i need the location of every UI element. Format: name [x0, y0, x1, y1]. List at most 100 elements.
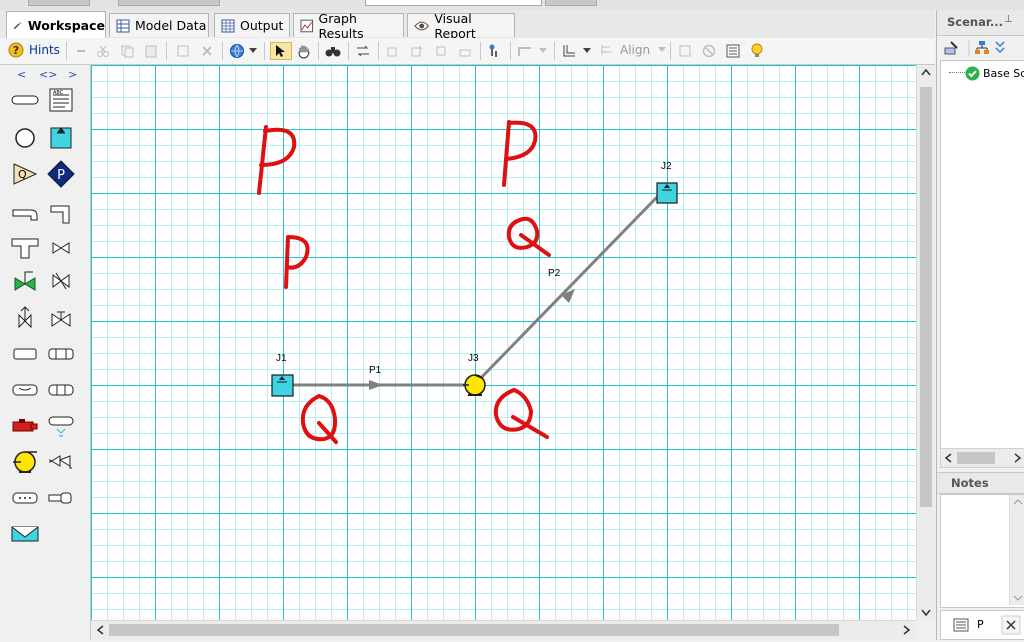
- chevron-right-icon[interactable]: [1014, 453, 1022, 463]
- paste-icon[interactable]: [142, 42, 160, 60]
- globe-icon[interactable]: [228, 42, 246, 60]
- hints-button[interactable]: ? Hints: [8, 42, 60, 58]
- pipe-route-icon[interactable]: [516, 42, 534, 60]
- align-button[interactable]: Align: [600, 43, 667, 57]
- notes-textarea[interactable]: [940, 494, 1024, 608]
- arrow-pointer-icon[interactable]: [270, 42, 292, 60]
- check-valve-icon: [52, 272, 70, 290]
- assigned-pressure-tool[interactable]: P: [46, 160, 76, 188]
- reservoir-tool[interactable]: [46, 125, 76, 151]
- rotate-icon[interactable]: [408, 42, 426, 60]
- right-side-panel: Scenar... ⊥ Base Sc Notes P: [936, 10, 1024, 640]
- scenario-expand-icon[interactable]: [995, 41, 1005, 54]
- gate-valve-tool[interactable]: [46, 305, 76, 331]
- tab-workspace[interactable]: Workspace: [6, 11, 106, 38]
- branch-tool[interactable]: [10, 125, 40, 151]
- pipe-label-p1: P1: [369, 365, 382, 376]
- tab-output[interactable]: Output: [214, 13, 290, 37]
- eye-icon: [414, 21, 430, 30]
- tab-model-data[interactable]: Model Data: [109, 13, 209, 37]
- document-icon: [953, 618, 969, 632]
- volume-balance-tool[interactable]: [10, 521, 40, 547]
- svg-text:P: P: [57, 168, 65, 183]
- scenario-tree-icon[interactable]: [975, 41, 989, 54]
- bottom-panel-tab[interactable]: P: [940, 610, 1024, 640]
- gate-valve-icon: [51, 311, 71, 327]
- binoculars-icon[interactable]: [324, 42, 342, 60]
- pump-tool[interactable]: [10, 449, 40, 475]
- palette-expand-button[interactable]: <>: [39, 68, 57, 81]
- assigned-flow-tool[interactable]: Q: [10, 161, 40, 187]
- tab-graph-results[interactable]: Graph Results: [293, 11, 404, 41]
- hand-pan-icon[interactable]: [295, 42, 313, 60]
- chevron-up-icon[interactable]: [1013, 499, 1023, 505]
- close-icon[interactable]: [1001, 615, 1021, 635]
- lightbulb-icon[interactable]: [748, 42, 766, 60]
- chevron-down-icon[interactable]: [921, 609, 931, 617]
- swap-arrows-icon[interactable]: [354, 42, 372, 60]
- chevron-down-icon[interactable]: [538, 42, 548, 60]
- workspace-canvas[interactable]: J1 J2 J3 P1 P2: [91, 65, 916, 620]
- screen-tool[interactable]: [46, 341, 76, 367]
- chevron-right-icon[interactable]: [903, 625, 911, 635]
- link-node-icon[interactable]: [486, 42, 504, 60]
- annotation-tool[interactable]: ABC: [46, 87, 76, 113]
- chevron-left-icon[interactable]: [944, 453, 952, 463]
- scenario-edit-icon[interactable]: [944, 41, 958, 55]
- cut-icon[interactable]: [94, 42, 112, 60]
- scroll-thumb[interactable]: [109, 624, 839, 636]
- handwritten-q: [493, 388, 549, 439]
- check-valve-tool[interactable]: [46, 268, 76, 294]
- properties-icon[interactable]: [724, 42, 742, 60]
- elbow-icon: [50, 205, 70, 224]
- copy-icon[interactable]: [118, 42, 136, 60]
- table-icon[interactable]: [676, 42, 694, 60]
- delete-icon[interactable]: [198, 42, 216, 60]
- chevron-down-icon[interactable]: [582, 42, 592, 60]
- general-component-tool[interactable]: [46, 449, 76, 475]
- notes-scrollbar[interactable]: [1009, 495, 1024, 605]
- pipe-p1[interactable]: [293, 380, 464, 390]
- no-entry-icon[interactable]: [700, 42, 718, 60]
- spray-nozzle-tool[interactable]: [46, 413, 76, 439]
- orifice-tool[interactable]: [10, 377, 40, 403]
- pin-icon[interactable]: ⊥: [1004, 14, 1013, 25]
- pipe-tool[interactable]: [10, 87, 40, 113]
- control-valve-tool[interactable]: [10, 268, 40, 294]
- scroll-thumb[interactable]: [920, 87, 932, 507]
- flip-icon[interactable]: [432, 42, 450, 60]
- undo-icon[interactable]: [72, 42, 90, 60]
- scroll-thumb[interactable]: [957, 452, 995, 464]
- group-icon[interactable]: [384, 42, 402, 60]
- spray-discharge-tool[interactable]: [10, 413, 40, 439]
- valve-tool[interactable]: [46, 235, 76, 261]
- pump-j3[interactable]: [463, 374, 486, 396]
- workspace-vertical-scrollbar[interactable]: [916, 65, 935, 620]
- bend-icon: [12, 209, 38, 221]
- bend-tool[interactable]: [10, 201, 40, 227]
- chevron-left-icon[interactable]: [96, 625, 104, 635]
- tab-label: Workspace: [27, 17, 105, 33]
- select-box-icon[interactable]: [174, 42, 192, 60]
- workspace-horizontal-scrollbar[interactable]: [91, 620, 916, 639]
- chevron-down-icon[interactable]: [248, 42, 258, 60]
- scenario-horizontal-scrollbar[interactable]: [940, 448, 1024, 468]
- coordinate-icon[interactable]: [560, 42, 578, 60]
- area-change-tool[interactable]: [10, 341, 40, 367]
- elbow-tool[interactable]: [46, 201, 76, 227]
- tab-visual-report[interactable]: Visual Report: [407, 11, 515, 41]
- palette-next-button[interactable]: >: [68, 68, 77, 81]
- chevron-down-icon[interactable]: [1013, 595, 1023, 601]
- layer-icon[interactable]: [456, 42, 474, 60]
- relief-valve-tool[interactable]: [10, 305, 40, 331]
- dead-end-tool[interactable]: [46, 485, 76, 511]
- tee-tool[interactable]: [10, 235, 40, 261]
- reducer-tool[interactable]: [10, 485, 40, 511]
- pipe-p2[interactable]: [474, 193, 661, 385]
- heat-exchanger-tool[interactable]: [46, 377, 76, 403]
- chevron-up-icon[interactable]: [921, 68, 931, 76]
- scenario-item-base[interactable]: Base Sc: [941, 66, 1024, 82]
- palette-prev-button[interactable]: <: [17, 68, 26, 81]
- reservoir-j1[interactable]: [271, 374, 294, 397]
- reservoir-j2[interactable]: [656, 182, 678, 204]
